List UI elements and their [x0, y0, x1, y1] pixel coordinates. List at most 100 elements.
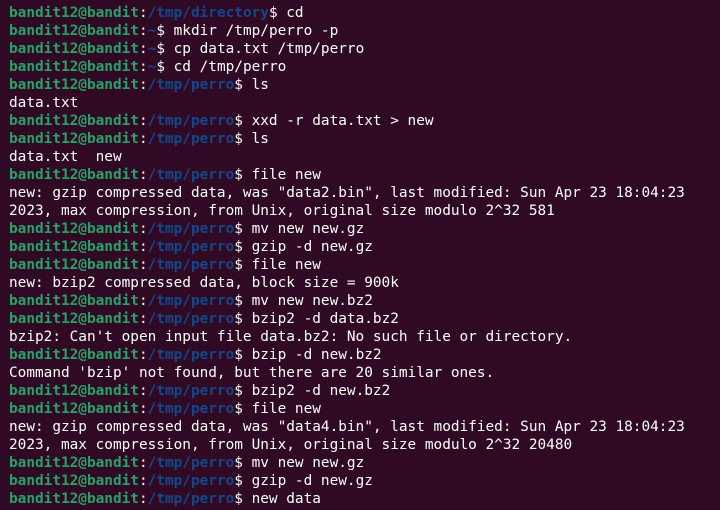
- prompt-symbol: $: [234, 167, 252, 183]
- command-text: mv new new.gz: [251, 221, 365, 237]
- prompt-symbol: $: [234, 491, 252, 507]
- prompt-symbol: $: [234, 239, 252, 255]
- prompt-line: bandit12@bandit:/tmp/perro$ xxd -r data.…: [9, 112, 720, 130]
- prompt-symbol: $: [268, 5, 287, 21]
- output-line: Command 'bzip' not found, but there are …: [9, 365, 495, 381]
- prompt-line: bandit12@bandit:/tmp/perro$ gzip -d new.…: [9, 238, 720, 256]
- output-line: bzip2: Can't open input file data.bz2: N…: [9, 329, 573, 345]
- prompt-cwd: /tmp/perro: [147, 455, 235, 471]
- prompt-line: bandit12@bandit:/tmp/perro$ bzip -d new.…: [9, 346, 720, 364]
- prompt-separator: :: [138, 59, 148, 75]
- prompt-cwd: /tmp/perro: [147, 257, 235, 273]
- prompt-cwd: /tmp/perro: [147, 383, 235, 399]
- prompt-symbol: $: [234, 473, 252, 489]
- prompt-symbol: $: [156, 41, 174, 57]
- prompt-symbol: $: [234, 401, 252, 417]
- prompt-cwd: /tmp/perro: [147, 77, 235, 93]
- prompt-separator: :: [138, 221, 148, 237]
- prompt-symbol: $: [156, 59, 174, 75]
- prompt-separator: :: [138, 77, 148, 93]
- prompt-symbol: $: [234, 383, 252, 399]
- prompt-separator: :: [138, 293, 148, 309]
- prompt-separator: :: [138, 491, 148, 507]
- command-text: bzip2 -d new.bz2: [251, 383, 391, 399]
- prompt-line: bandit12@bandit:~$ mkdir /tmp/perro -p: [9, 22, 720, 40]
- prompt-line: bandit12@bandit:/tmp/perro$ new data: [9, 490, 720, 508]
- command-text: xxd -r data.txt > new: [251, 113, 434, 129]
- prompt-symbol: $: [234, 311, 252, 327]
- prompt-symbol: $: [234, 113, 252, 129]
- prompt-user-host: bandit12@bandit: [9, 455, 139, 471]
- prompt-line: bandit12@bandit:/tmp/perro$ file new: [9, 400, 720, 418]
- prompt-line: bandit12@bandit:/tmp/perro$ ls: [9, 130, 720, 148]
- prompt-symbol: $: [234, 347, 252, 363]
- prompt-separator: :: [138, 113, 148, 129]
- command-text: mv new new.bz2: [251, 293, 373, 309]
- prompt-separator: :: [138, 167, 148, 183]
- prompt-cwd: /tmp/perro: [147, 311, 235, 327]
- prompt-line: bandit12@bandit:/tmp/perro$ gzip -d new.…: [9, 472, 720, 490]
- prompt-user-host: bandit12@bandit: [9, 113, 139, 129]
- prompt-cwd: /tmp/perro: [147, 491, 235, 507]
- prompt-separator: :: [138, 239, 148, 255]
- prompt-user-host: bandit12@bandit: [9, 77, 139, 93]
- prompt-separator: :: [138, 383, 148, 399]
- prompt-user-host: bandit12@bandit: [9, 401, 139, 417]
- prompt-user-host: bandit12@bandit: [9, 293, 139, 309]
- output-line: new: gzip compressed data, was "data4.bi…: [9, 419, 685, 435]
- output-line: 2023, max compression, from Unix, origin…: [9, 437, 573, 453]
- prompt-user-host: bandit12@bandit: [9, 221, 139, 237]
- prompt-symbol: $: [234, 257, 252, 273]
- prompt-cwd: /tmp/perro: [147, 167, 235, 183]
- prompt-line: bandit12@bandit:/tmp/perro$ mv new new.g…: [9, 220, 720, 238]
- prompt-cwd: ~: [147, 59, 157, 75]
- prompt-separator: :: [138, 5, 148, 21]
- command-text: ls: [251, 77, 269, 93]
- command-text: cd /tmp/perro: [173, 59, 287, 75]
- command-text: ls: [251, 131, 269, 147]
- prompt-line: bandit12@bandit:/tmp/perro$ bzip2 -d dat…: [9, 310, 720, 328]
- command-text: file new: [251, 257, 321, 273]
- prompt-symbol: $: [156, 23, 174, 39]
- prompt-separator: :: [138, 257, 148, 273]
- prompt-separator: :: [138, 347, 148, 363]
- prompt-symbol: $: [234, 293, 252, 309]
- output-line: data.txt: [9, 95, 79, 111]
- output-line: new: bzip2 compressed data, block size =…: [9, 275, 399, 291]
- prompt-line: bandit12@bandit:~$ cd /tmp/perro: [9, 58, 720, 76]
- prompt-line: bandit12@bandit:/tmp/perro$ mv new new.g…: [9, 454, 720, 472]
- command-text: mkdir /tmp/perro -p: [173, 23, 339, 39]
- command-text: new data: [251, 491, 321, 507]
- command-text: cd: [286, 5, 304, 21]
- command-text: gzip -d new.gz: [251, 239, 373, 255]
- prompt-user-host: bandit12@bandit: [9, 473, 139, 489]
- command-text: file new: [251, 401, 321, 417]
- prompt-user-host: bandit12@bandit: [9, 41, 139, 57]
- prompt-user-host: bandit12@bandit: [9, 167, 139, 183]
- prompt-user-host: bandit12@bandit: [9, 23, 139, 39]
- prompt-symbol: $: [234, 221, 252, 237]
- prompt-symbol: $: [234, 131, 252, 147]
- prompt-cwd: /tmp/perro: [147, 293, 235, 309]
- prompt-separator: :: [138, 311, 148, 327]
- prompt-line: bandit12@bandit:/tmp/perro$ bzip2 -d new…: [9, 382, 720, 400]
- prompt-user-host: bandit12@bandit: [9, 131, 139, 147]
- prompt-symbol: $: [234, 455, 252, 471]
- prompt-cwd: /tmp/perro: [147, 131, 235, 147]
- command-text: gzip -d new.gz: [251, 473, 373, 489]
- prompt-line: bandit12@bandit:/tmp/perro$ ls: [9, 76, 720, 94]
- command-text: file new: [251, 167, 321, 183]
- prompt-cwd: ~: [147, 23, 157, 39]
- prompt-line: bandit12@bandit:/tmp/perro$ file new: [9, 256, 720, 274]
- prompt-line: bandit12@bandit:/tmp/perro$ file new: [9, 166, 720, 184]
- prompt-user-host: bandit12@bandit: [9, 257, 139, 273]
- prompt-cwd: /tmp/perro: [147, 221, 235, 237]
- prompt-line: bandit12@bandit:/tmp/directory$ cd: [9, 4, 720, 22]
- prompt-cwd: /tmp/perro: [147, 239, 235, 255]
- prompt-separator: :: [138, 41, 148, 57]
- terminal-output[interactable]: bandit12@bandit:/tmp/directory$ cd bandit…: [0, 0, 720, 510]
- prompt-separator: :: [138, 455, 148, 471]
- command-text: cp data.txt /tmp/perro: [173, 41, 365, 57]
- command-text: bzip -d new.bz2: [251, 347, 382, 363]
- prompt-separator: :: [138, 131, 148, 147]
